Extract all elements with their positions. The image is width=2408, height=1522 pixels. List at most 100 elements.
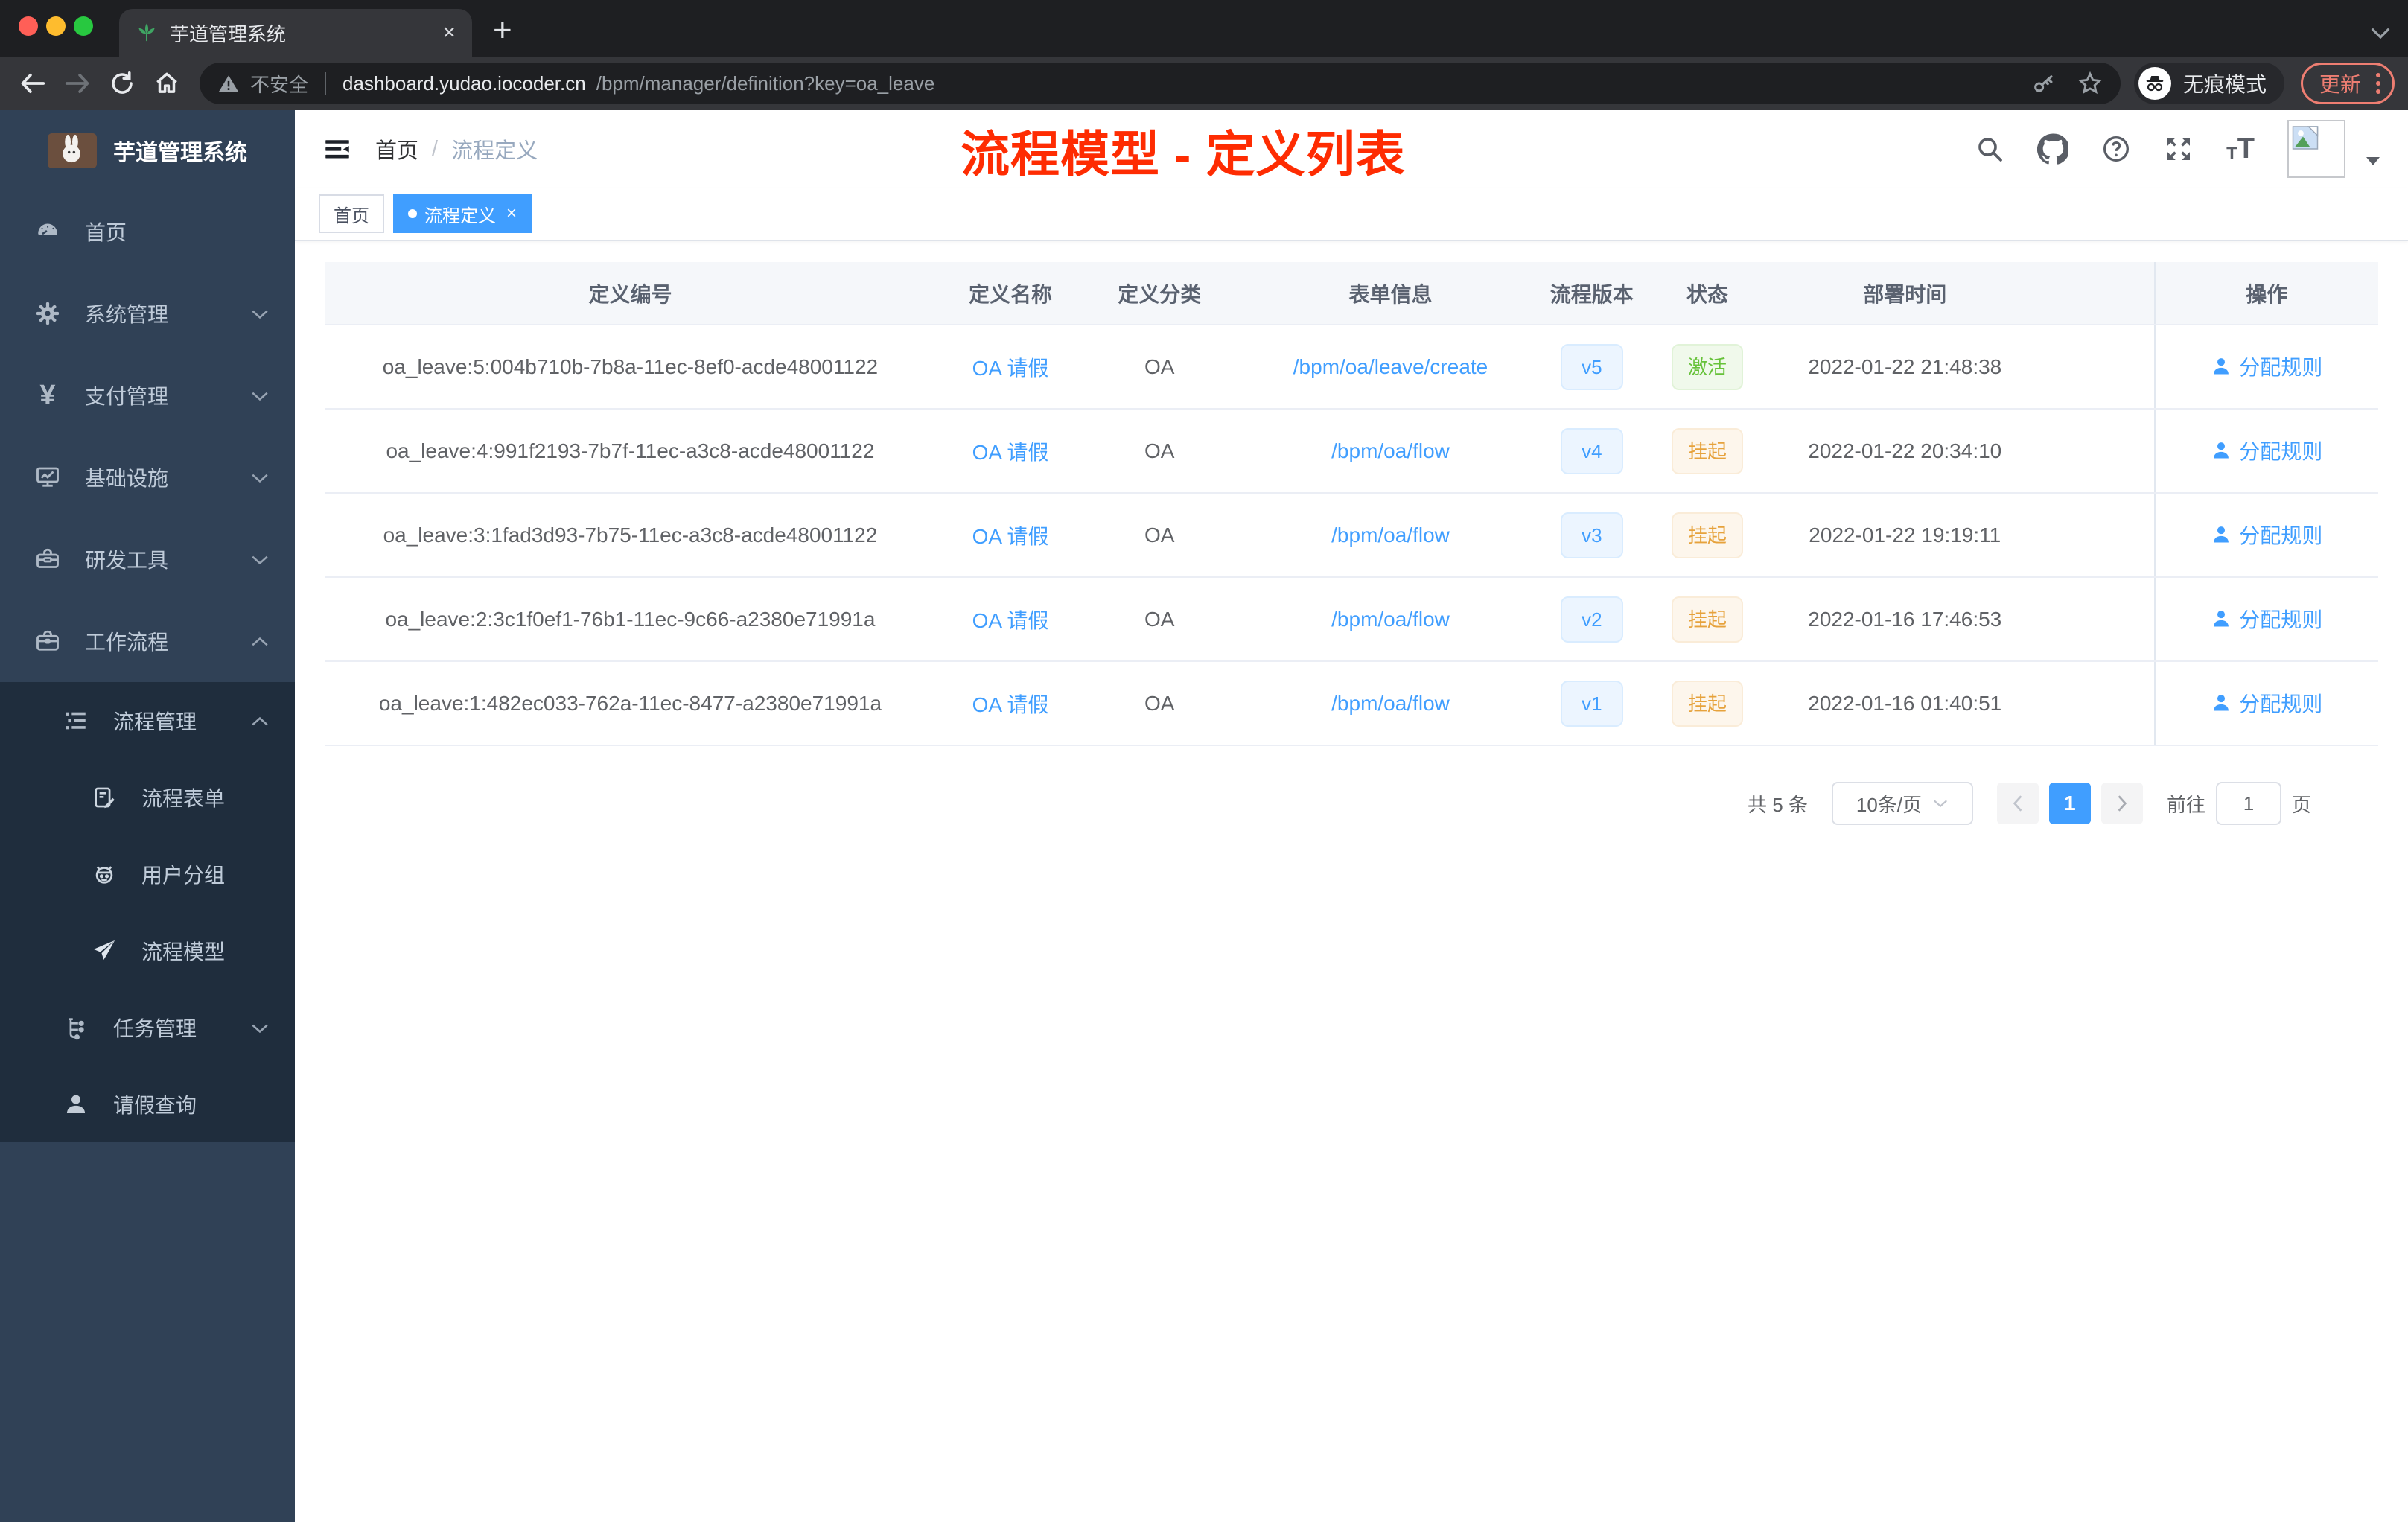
sidebar-item-workflow[interactable]: 工作流程	[0, 600, 295, 682]
tree-icon	[58, 1015, 94, 1040]
sidebar-item-task-management[interactable]: 任务管理	[0, 989, 295, 1066]
back-icon[interactable]	[13, 64, 52, 103]
cell-id: oa_leave:5:004b710b-7b8a-11ec-8ef0-acde4…	[325, 325, 936, 410]
form-link[interactable]: /bpm/oa/flow	[1331, 439, 1450, 462]
chevron-down-icon	[250, 465, 270, 489]
annotation-title: 流程模型 - 定义列表	[961, 127, 1406, 182]
form-link[interactable]: /bpm/oa/flow	[1331, 692, 1450, 715]
definition-table: 定义编号 定义名称 定义分类 表单信息 流程版本 状态 部署时间 操作 oa_l…	[325, 262, 2378, 746]
sidebar-item-user-group[interactable]: 用户分组	[0, 835, 295, 912]
assign-rule-button[interactable]: 分配规则	[2211, 604, 2322, 634]
form-link[interactable]: /bpm/oa/leave/create	[1293, 355, 1488, 378]
sidebar-item-payment[interactable]: ¥ 支付管理	[0, 354, 295, 436]
search-icon[interactable]	[1975, 134, 2004, 164]
assign-rule-button[interactable]: 分配规则	[2211, 688, 2322, 718]
chevron-left-icon	[2013, 795, 2022, 812]
version-badge: v2	[1560, 596, 1623, 643]
tab-title: 芋道管理系统	[170, 22, 287, 45]
person-icon	[58, 1092, 94, 1117]
chevron-right-icon	[2118, 795, 2127, 812]
cell-category: OA	[1085, 493, 1235, 578]
sidebar-item-process-management[interactable]: 流程管理	[0, 682, 295, 759]
tab-close-icon[interactable]: ×	[442, 22, 456, 44]
monitor-icon	[30, 464, 66, 491]
tag-home[interactable]: 首页	[319, 194, 384, 233]
col-header-version: 流程版本	[1547, 262, 1637, 325]
sidebar-item-devtools[interactable]: 研发工具	[0, 518, 295, 600]
list-icon	[58, 708, 94, 733]
sidebar-item-process-form[interactable]: 流程表单	[0, 759, 295, 835]
home-icon[interactable]	[147, 64, 186, 103]
tab-search-chevron-icon[interactable]	[2369, 26, 2392, 45]
definition-name-link[interactable]: OA 请假	[972, 357, 1049, 380]
tag-label: 首页	[334, 206, 369, 226]
definition-name-link[interactable]: OA 请假	[972, 525, 1049, 548]
bookmark-star-icon[interactable]	[2077, 71, 2103, 96]
table-header-row: 定义编号 定义名称 定义分类 表单信息 流程版本 状态 部署时间 操作	[325, 262, 2378, 325]
chevron-down-icon	[250, 302, 270, 325]
form-link[interactable]: /bpm/oa/flow	[1331, 608, 1450, 631]
table-row: oa_leave:3:1fad3d93-7b75-11ec-a3c8-acde4…	[325, 493, 2378, 578]
sidebar-item-infrastructure[interactable]: 基础设施	[0, 436, 295, 518]
tag-close-icon[interactable]: ×	[506, 203, 517, 224]
form-link[interactable]: /bpm/oa/flow	[1331, 523, 1450, 547]
sidebar-item-home[interactable]: 首页	[0, 191, 295, 273]
cell-deploy-time: 2022-01-16 01:40:51	[1778, 661, 2032, 746]
assign-rule-button[interactable]: 分配规则	[2211, 436, 2322, 465]
assign-rule-button[interactable]: 分配规则	[2211, 520, 2322, 550]
security-label[interactable]: 不安全	[250, 70, 308, 98]
sidebar-item-system[interactable]: 系统管理	[0, 273, 295, 354]
workflow-submenu: 流程管理 流程表单 用户分组 流程模型 任务管理 请假查询	[0, 682, 295, 1142]
sidebar-item-label: 流程模型	[141, 940, 226, 964]
version-badge: v3	[1560, 512, 1623, 558]
pagination: 共 5 条 10条/页 1 前往 页	[325, 782, 2378, 825]
sidebar-item-label: 系统管理	[85, 303, 169, 326]
key-icon[interactable]	[2031, 71, 2057, 96]
current-page-button[interactable]: 1	[2048, 783, 2091, 824]
url-divider	[325, 72, 327, 95]
hamburger-icon[interactable]	[322, 133, 353, 165]
col-header-form: 表单信息	[1234, 262, 1547, 325]
breadcrumb-home[interactable]: 首页	[375, 133, 418, 165]
prev-page-button[interactable]	[1996, 783, 2039, 824]
incognito-icon	[2138, 67, 2171, 100]
github-icon[interactable]	[2037, 133, 2069, 165]
url-bar[interactable]: 不安全 dashboard.yudao.iocoder.cn/bpm/manag…	[200, 63, 2121, 104]
new-tab-button[interactable]: +	[493, 12, 512, 49]
definition-name-link[interactable]: OA 请假	[972, 441, 1049, 464]
col-header-name: 定义名称	[935, 262, 1086, 325]
page-size-select[interactable]: 10条/页	[1831, 782, 1973, 825]
definition-name-link[interactable]: OA 请假	[972, 609, 1049, 632]
close-window-button[interactable]	[19, 16, 38, 36]
goto-page-input[interactable]	[2215, 782, 2281, 825]
browser-tab[interactable]: 芋道管理系统 ×	[119, 9, 472, 57]
assign-rule-button[interactable]: 分配规则	[2211, 351, 2322, 381]
browser-menu-icon[interactable]	[2376, 73, 2380, 94]
url-host: dashboard.yudao.iocoder.cn	[343, 71, 586, 95]
sidebar-item-leave-query[interactable]: 请假查询	[0, 1066, 295, 1142]
forward-icon[interactable]	[58, 64, 97, 103]
reload-icon[interactable]	[103, 64, 141, 103]
browser-update-button[interactable]: 更新	[2300, 63, 2395, 104]
avatar-caret-icon[interactable]	[2365, 156, 2381, 170]
avatar[interactable]	[2287, 120, 2345, 178]
window-controls	[19, 16, 93, 36]
favicon-sprout-icon	[136, 22, 158, 44]
fullscreen-icon[interactable]	[2164, 134, 2194, 164]
zoom-window-button[interactable]	[74, 16, 93, 36]
minimize-window-button[interactable]	[46, 16, 66, 36]
version-badge: v5	[1560, 343, 1623, 390]
definition-name-link[interactable]: OA 请假	[972, 693, 1049, 716]
sidebar-item-label: 任务管理	[113, 1016, 197, 1040]
update-label[interactable]: 更新	[2319, 69, 2361, 98]
col-header-filler	[2031, 262, 2155, 325]
help-icon[interactable]	[2101, 134, 2131, 164]
tag-process-definition[interactable]: 流程定义 ×	[393, 194, 532, 233]
sidebar-item-process-model[interactable]: 流程模型	[0, 912, 295, 989]
form-icon	[86, 785, 122, 810]
version-badge: v1	[1560, 680, 1623, 727]
font-size-icon[interactable]: TT	[2226, 135, 2255, 163]
active-dot	[408, 209, 417, 218]
next-page-button[interactable]	[2100, 783, 2143, 824]
status-badge: 挂起	[1671, 512, 1743, 558]
